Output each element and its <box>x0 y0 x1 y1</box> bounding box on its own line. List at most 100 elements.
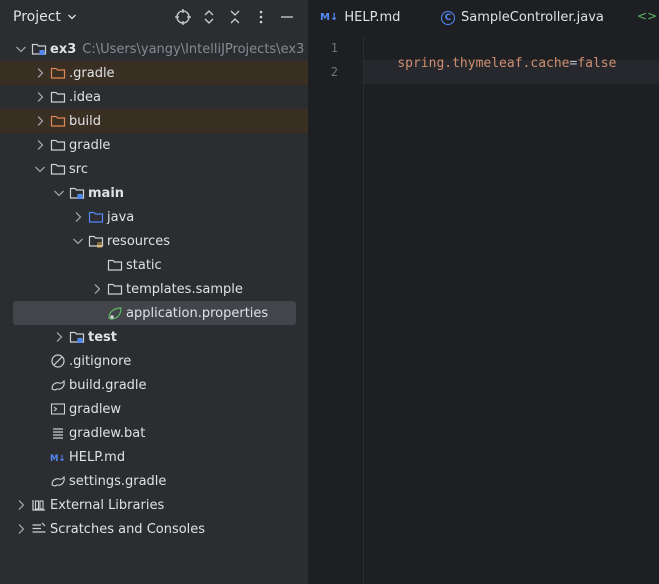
editor-tab-bar: M↓ HELP.md C SampleController.java <> <box>308 0 659 35</box>
project-tool-window: Project ex3 C:\Users\yangy\IntelliJProjec… <box>0 0 308 584</box>
project-panel-header: Project <box>0 0 308 34</box>
tree-item-label: resources <box>107 233 171 249</box>
tree-item-label: main <box>88 185 125 201</box>
chevron-spacer <box>32 353 48 369</box>
svg-text:M↓: M↓ <box>50 454 66 464</box>
tree-item-label: build <box>69 113 101 129</box>
line-number: 1 <box>330 41 338 55</box>
tree-row-external-libraries[interactable]: External Libraries <box>0 493 308 517</box>
tree-row-gradle[interactable]: gradle <box>0 133 308 157</box>
tree-row-gradlew-bat[interactable]: gradlew.bat <box>0 421 308 445</box>
chevron-right-icon[interactable] <box>13 497 29 513</box>
tree-item-label: test <box>88 329 117 345</box>
property-value: false <box>577 56 617 71</box>
module-folder-icon <box>31 43 47 55</box>
tree-item-label: gradlew <box>69 401 122 417</box>
tree-row-static[interactable]: static <box>0 253 308 277</box>
tree-row-templates-sample[interactable]: templates.sample <box>0 277 308 301</box>
module-folder-icon <box>69 331 85 343</box>
tree-row-scratches-and-consoles[interactable]: Scratches and Consoles <box>0 517 308 541</box>
project-title: Project <box>13 9 61 25</box>
chevron-spacer <box>32 377 48 393</box>
tree-item-label: ex3 <box>50 41 77 57</box>
markdown-file-icon: M↓ <box>50 454 66 464</box>
tree-item-label: .idea <box>69 89 101 105</box>
tab-help-md[interactable]: M↓ HELP.md <box>320 0 400 35</box>
scratches-icon <box>32 522 46 533</box>
folder-icon <box>50 139 66 151</box>
tree-row-application-properties[interactable]: application.properties <box>0 301 308 325</box>
expand-collapse-icon[interactable] <box>200 8 218 26</box>
collapse-all-icon[interactable] <box>226 8 244 26</box>
tree-row-ex3[interactable]: ex3 C:\Users\yangy\IntelliJProjects\ex3 <box>0 37 308 61</box>
tree-row-build-gradle[interactable]: build.gradle <box>0 373 308 397</box>
chevron-right-icon[interactable] <box>32 137 48 153</box>
markdown-file-icon: M↓ <box>320 12 339 23</box>
resources-folder-icon <box>88 235 104 248</box>
tab-label: SampleController.java <box>461 10 604 25</box>
tree-row-gitignore[interactable]: .gitignore <box>0 349 308 373</box>
tree-item-label: java <box>107 209 135 225</box>
code-brackets-icon[interactable]: <> <box>637 9 657 23</box>
chevron-spacer <box>32 401 48 417</box>
tree-item-label: static <box>126 257 162 273</box>
chevron-spacer <box>89 305 105 321</box>
chevron-down-icon[interactable] <box>51 185 67 201</box>
tree-row-src[interactable]: src <box>0 157 308 181</box>
editor-gutter: 1 2 <box>308 37 364 584</box>
tree-row-help-md[interactable]: M↓ HELP.md <box>0 445 308 469</box>
tree-row-build[interactable]: build <box>0 109 308 133</box>
tree-row-idea[interactable]: .idea <box>0 85 308 109</box>
tree-item-label: External Libraries <box>50 497 165 513</box>
tree-item-label: Scratches and Consoles <box>50 521 206 537</box>
chevron-right-icon[interactable] <box>32 113 48 129</box>
chevron-right-icon[interactable] <box>13 521 29 537</box>
tree-row-java[interactable]: java <box>0 205 308 229</box>
project-view-dropdown[interactable]: Project <box>13 9 77 25</box>
shell-script-icon <box>50 403 66 415</box>
tree-row-gradle[interactable]: .gradle <box>0 61 308 85</box>
tree-row-resources[interactable]: resources <box>0 229 308 253</box>
tree-row-test[interactable]: test <box>0 325 308 349</box>
tree-item-label: gradlew.bat <box>69 425 146 441</box>
tree-item-label: gradle <box>69 137 111 153</box>
tree-row-main[interactable]: main <box>0 181 308 205</box>
tree-item-label: .gradle <box>69 65 115 81</box>
chevron-down-icon[interactable] <box>13 41 29 57</box>
chevron-right-icon[interactable] <box>51 329 67 345</box>
tab-sample-controller[interactable]: C SampleController.java <box>441 0 604 35</box>
chevron-spacer <box>32 473 48 489</box>
tree-item-label: HELP.md <box>69 449 126 465</box>
chevron-down-icon[interactable] <box>70 233 86 249</box>
gradle-file-icon <box>51 379 65 391</box>
tree-row-settings-gradle[interactable]: settings.gradle <box>0 469 308 493</box>
tab-label: HELP.md <box>344 10 401 25</box>
tree-row-gradlew[interactable]: gradlew <box>0 397 308 421</box>
module-folder-icon <box>69 187 85 199</box>
chevron-right-icon[interactable] <box>70 209 86 225</box>
excluded-folder-icon <box>50 67 66 79</box>
chevron-spacer <box>32 425 48 441</box>
chevron-down-icon <box>67 14 76 20</box>
folder-icon <box>107 283 123 295</box>
crosshair-icon[interactable] <box>174 8 192 26</box>
line-number: 2 <box>330 65 338 79</box>
chevron-right-icon[interactable] <box>89 281 105 297</box>
tree-item-label: src <box>69 161 88 177</box>
text-file-icon <box>53 428 63 439</box>
gutter-separator <box>363 37 364 584</box>
code-line-1[interactable]: spring.thymeleaf.cache=false <box>366 41 616 86</box>
chevron-spacer <box>89 257 105 273</box>
minimize-icon[interactable] <box>278 8 296 26</box>
source-folder-icon <box>88 211 104 223</box>
kebab-menu-icon[interactable] <box>252 8 270 26</box>
chevron-down-icon[interactable] <box>32 161 48 177</box>
chevron-right-icon[interactable] <box>32 89 48 105</box>
excluded-folder-icon <box>50 115 66 127</box>
tree-item-label: application.properties <box>126 305 269 321</box>
folder-icon <box>107 259 123 271</box>
chevron-right-icon[interactable] <box>32 65 48 81</box>
spring-properties-icon <box>108 307 122 320</box>
tree-item-label: .gitignore <box>69 353 132 369</box>
editor-area: M↓ HELP.md C SampleController.java <> 1 … <box>308 0 659 584</box>
